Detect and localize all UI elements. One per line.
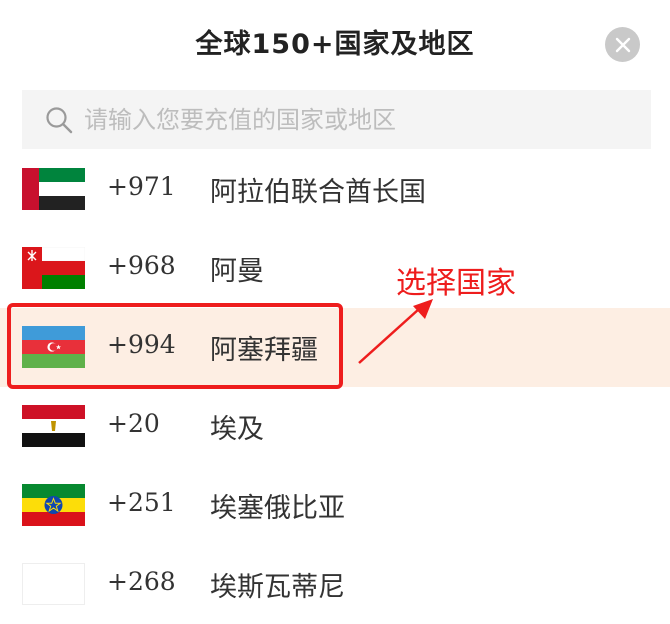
dialog-title: 全球150+国家及地区 — [195, 29, 475, 60]
country-row-oman[interactable]: +968 阿曼 — [0, 229, 670, 308]
country-row-egypt[interactable]: +20 埃及 — [0, 387, 670, 466]
country-picker-sheet: 全球150+国家及地区 +971 阿拉伯联合酋长国 — [0, 0, 670, 624]
eswatini-flag-icon — [22, 563, 85, 605]
country-name: 埃及 — [210, 414, 264, 445]
country-code: +268 — [107, 567, 176, 596]
selection-highlight-box — [7, 303, 343, 389]
egypt-flag-icon — [22, 405, 85, 447]
country-row-uae[interactable]: +971 阿拉伯联合酋长国 — [0, 150, 670, 229]
country-row-eswatini[interactable]: +268 埃斯瓦蒂尼 — [0, 545, 670, 624]
country-name: 阿拉伯联合酋长国 — [210, 177, 426, 208]
country-code: +971 — [107, 172, 176, 201]
oman-flag-icon — [22, 247, 85, 289]
country-name: 埃斯瓦蒂尼 — [210, 572, 345, 603]
ethiopia-flag-icon — [22, 484, 85, 526]
country-code: +251 — [107, 488, 176, 517]
search-bar[interactable] — [22, 90, 651, 149]
uae-flag-icon — [22, 168, 85, 210]
close-button[interactable] — [605, 27, 640, 62]
country-code: +968 — [107, 251, 176, 280]
country-code: +20 — [107, 409, 160, 438]
country-name: 埃塞俄比亚 — [210, 493, 345, 524]
search-icon — [46, 106, 73, 133]
search-input[interactable] — [82, 104, 626, 135]
country-name: 阿曼 — [210, 256, 264, 287]
country-row-ethiopia[interactable]: +251 埃塞俄比亚 — [0, 466, 670, 545]
annotation-arrow-icon — [358, 299, 433, 364]
close-icon — [615, 37, 630, 52]
